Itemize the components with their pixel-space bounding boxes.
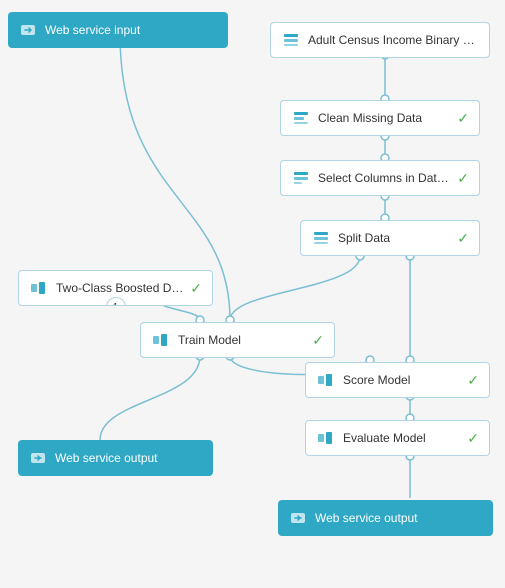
split-icon bbox=[311, 228, 331, 248]
score-model-node[interactable]: Score Model ✓ bbox=[305, 362, 490, 398]
two-class-check: ✓ bbox=[190, 280, 202, 297]
evaluate-model-label: Evaluate Model bbox=[343, 431, 461, 445]
web-service-input-label: Web service input bbox=[45, 23, 218, 37]
score-icon bbox=[316, 370, 336, 390]
web-service-input-node[interactable]: Web service input bbox=[8, 12, 228, 48]
web-service-output-right-label: Web service output bbox=[315, 511, 483, 525]
split-data-check: ✓ bbox=[457, 230, 469, 247]
dataset-icon bbox=[281, 30, 301, 50]
output-left-icon bbox=[28, 448, 48, 468]
clean-icon bbox=[291, 108, 311, 128]
clean-missing-check: ✓ bbox=[457, 110, 469, 127]
adult-census-label: Adult Census Income Binary … bbox=[308, 33, 479, 47]
split-data-label: Split Data bbox=[338, 231, 451, 245]
workflow-canvas: Web service input Adult Census Income Bi… bbox=[0, 0, 505, 588]
web-service-output-right-node[interactable]: Web service output bbox=[278, 500, 493, 536]
web-service-output-left-label: Web service output bbox=[55, 451, 203, 465]
select-columns-node[interactable]: Select Columns in Dataset ✓ bbox=[280, 160, 480, 196]
clean-missing-label: Clean Missing Data bbox=[318, 111, 451, 125]
score-model-check: ✓ bbox=[467, 372, 479, 389]
score-model-label: Score Model bbox=[343, 373, 461, 387]
input-icon bbox=[18, 20, 38, 40]
train-model-label: Train Model bbox=[178, 333, 306, 347]
evaluate-model-node[interactable]: Evaluate Model ✓ bbox=[305, 420, 490, 456]
model-icon bbox=[29, 278, 49, 298]
train-model-check: ✓ bbox=[312, 332, 324, 349]
evaluate-icon bbox=[316, 428, 336, 448]
select-icon bbox=[291, 168, 311, 188]
two-class-label: Two-Class Boosted Decision … bbox=[56, 281, 184, 295]
clean-missing-node[interactable]: Clean Missing Data ✓ bbox=[280, 100, 480, 136]
web-service-output-left-node[interactable]: Web service output bbox=[18, 440, 213, 476]
output-right-icon bbox=[288, 508, 308, 528]
adult-census-node[interactable]: Adult Census Income Binary … bbox=[270, 22, 490, 58]
two-class-badge: 1 bbox=[106, 297, 126, 306]
select-columns-label: Select Columns in Dataset bbox=[318, 171, 451, 185]
split-data-node[interactable]: Split Data ✓ bbox=[300, 220, 480, 256]
train-icon bbox=[151, 330, 171, 350]
train-model-node[interactable]: Train Model ✓ bbox=[140, 322, 335, 358]
select-columns-check: ✓ bbox=[457, 170, 469, 187]
two-class-node[interactable]: Two-Class Boosted Decision … ✓ 1 bbox=[18, 270, 213, 306]
evaluate-model-check: ✓ bbox=[467, 430, 479, 447]
